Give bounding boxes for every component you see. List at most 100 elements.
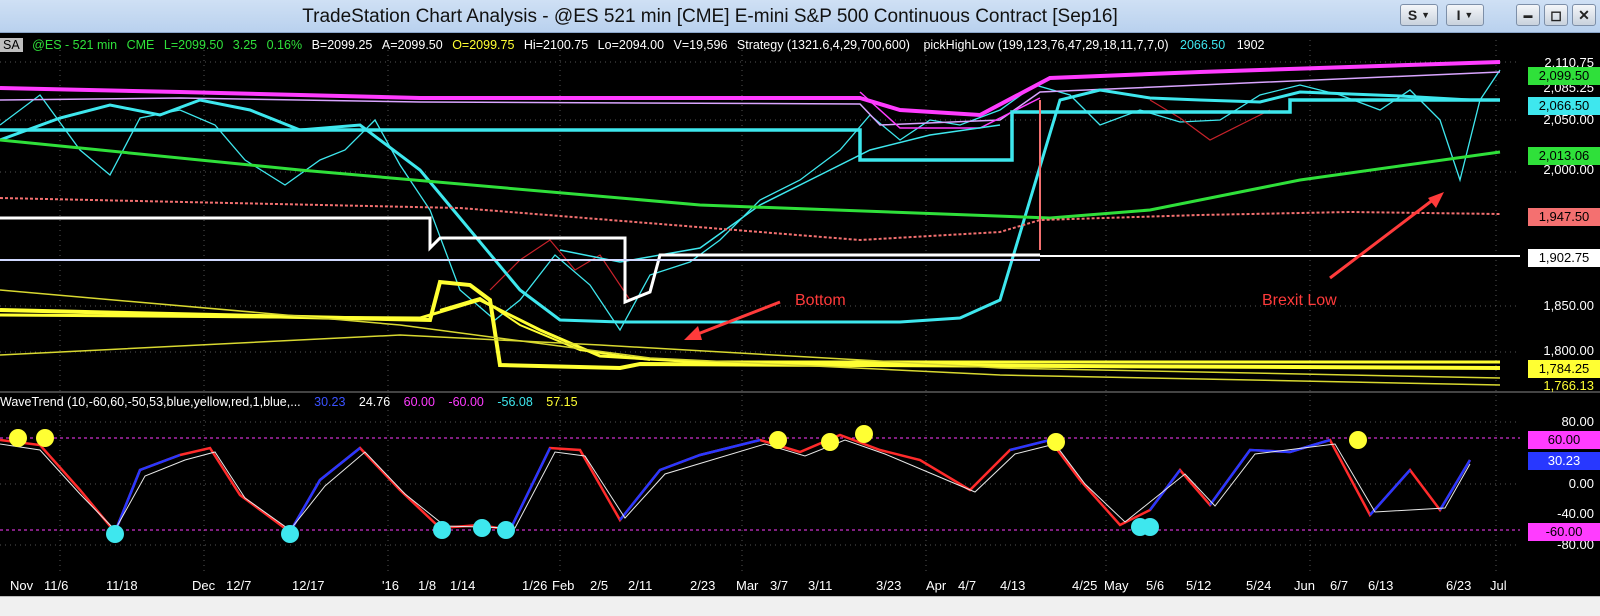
low-price: Lo=2094.00 <box>597 38 665 52</box>
wt-overbought-dot <box>9 429 27 447</box>
price-tag-cyan: 2,066.50 <box>1528 97 1600 115</box>
time-tick: 6/7 <box>1330 578 1349 593</box>
ask-price: A=2099.50 <box>381 38 443 52</box>
price-tick: 1,766.13 <box>1543 378 1594 393</box>
time-tick: 6/13 <box>1368 578 1394 593</box>
price-tag-yellow: 1,784.25 <box>1528 360 1600 378</box>
time-tick: 2/11 <box>628 578 653 593</box>
wavetrend-value-1: 30.23 <box>314 395 346 409</box>
time-tick: '16 <box>382 578 399 593</box>
wavetrend-label[interactable]: WaveTrend (10,-60,60,-50,53,blue,yellow,… <box>0 395 301 409</box>
yellow-thin-2 <box>0 334 1501 379</box>
time-tick: Mar <box>736 578 759 593</box>
wavetrend-value-4: -60.00 <box>448 395 484 409</box>
pickhighlow-label[interactable]: pickHighLow (199,123,76,47,29,18,11,7,7,… <box>923 38 1168 52</box>
wt-oversold-dot <box>106 525 124 543</box>
time-tick: 2/23 <box>690 578 716 593</box>
pct-change: 0.16% <box>266 38 303 52</box>
time-tick: May <box>1104 578 1129 593</box>
time-tick: 12/7 <box>226 578 252 593</box>
time-tick: Dec <box>192 578 216 593</box>
wavetrend-value-6: 57.15 <box>546 395 578 409</box>
time-tick: 11/18 <box>106 578 138 593</box>
time-tick: 11/6 <box>44 578 69 593</box>
wt-oversold-dot <box>497 521 515 539</box>
wt-oversold-dot <box>281 525 299 543</box>
time-tick: 3/7 <box>770 578 789 593</box>
net-change: 3.25 <box>232 38 258 52</box>
magenta-band <box>0 60 1501 118</box>
wt-oversold-dot <box>473 519 491 537</box>
wt-oversold-dot <box>433 521 451 539</box>
price-tick: 1,800.00 <box>1543 343 1594 358</box>
cyan-step <box>0 98 1500 162</box>
bottom-annotation: Bottom <box>795 292 846 309</box>
time-tick: 2/5 <box>590 578 609 593</box>
pickhighlow-value-1: 2066.50 <box>1180 38 1226 52</box>
time-tick: Apr <box>926 578 947 593</box>
time-tick: 4/25 <box>1072 578 1098 593</box>
brexit-annotation: Brexit Low <box>1262 292 1337 309</box>
wavetrend-header: WaveTrend (10,-60,60,-50,53,blue,yellow,… <box>0 395 578 411</box>
brexit-arrow <box>1329 194 1439 280</box>
last-price: L=2099.50 <box>163 38 224 52</box>
time-tick: 12/17 <box>292 578 325 593</box>
time-tick: 4/7 <box>958 578 977 593</box>
chart-window: TradeStation Chart Analysis - @ES 521 mi… <box>0 0 1600 616</box>
wt-signal-line <box>0 439 1471 531</box>
bottom-arrowhead <box>684 326 702 340</box>
green-average <box>0 138 1501 220</box>
time-tick: 1/26 <box>522 578 548 593</box>
price-tag-salmon: 1,947.50 <box>1528 208 1600 226</box>
osc-tag-lower: -60.00 <box>1528 523 1600 541</box>
bid-price: B=2099.25 <box>311 38 373 52</box>
wt-overbought-dot <box>855 425 873 443</box>
horizontal-scrollbar[interactable] <box>0 596 1600 616</box>
time-tick: 5/24 <box>1246 578 1272 593</box>
wt-oversold-dot <box>1141 518 1159 536</box>
osc-tag-upper: 60.00 <box>1528 431 1600 449</box>
strategy-label[interactable]: Strategy (1321.6,4,29,700,600) <box>737 38 910 52</box>
wt-overbought-dot <box>821 433 839 451</box>
symbol-box[interactable]: SA <box>0 38 23 52</box>
time-tick: 5/6 <box>1146 578 1165 593</box>
wt-overbought-dot <box>36 429 54 447</box>
osc-tick: 0.00 <box>1568 476 1594 491</box>
wavetrend-value-5: -56.08 <box>497 395 533 409</box>
wavetrend-value-2: 24.76 <box>358 395 391 409</box>
time-tick: 1/14 <box>450 578 476 593</box>
time-tick: 3/23 <box>876 578 902 593</box>
bottom-arrow <box>689 300 781 339</box>
price-tag-white: 1,902.75 <box>1528 249 1600 267</box>
price-series <box>0 69 1501 332</box>
pickhighlow-value-2: 1902 <box>1236 38 1265 52</box>
osc-tick: 80.00 <box>1561 414 1594 429</box>
osc-tag-current: 30.23 <box>1528 452 1600 470</box>
time-tick: 4/13 <box>1000 578 1026 593</box>
wt-markers <box>9 425 1367 543</box>
price-data-header: SA @ES - 521 min CME L=2099.50 3.25 0.16… <box>0 38 1265 54</box>
wt-line-blue <box>113 438 1472 533</box>
osc-tick: -40.00 <box>1557 506 1594 521</box>
price-tag-last: 2,099.50 <box>1528 67 1600 85</box>
time-tick: Jul <box>1490 578 1507 593</box>
volume: V=19,596 <box>673 38 728 52</box>
price-tick: 1,850.00 <box>1543 298 1594 313</box>
time-tick: Nov <box>10 578 34 593</box>
time-tick: 3/11 <box>808 578 833 593</box>
wt-overbought-dot <box>1047 433 1065 451</box>
time-tick: Jun <box>1294 578 1315 593</box>
price-tag-green: 2,013.06 <box>1528 147 1600 165</box>
time-tick: 6/23 <box>1446 578 1472 593</box>
time-tick: 1/8 <box>418 578 437 593</box>
open-price: O=2099.75 <box>452 38 515 52</box>
brexit-arrowhead <box>1428 192 1444 208</box>
high-price: Hi=2100.75 <box>523 38 589 52</box>
symbol-label: @ES - 521 min <box>32 38 118 52</box>
wavetrend-value-3: 60.00 <box>403 395 435 409</box>
time-tick: Feb <box>552 578 575 593</box>
wt-overbought-dot <box>1349 431 1367 449</box>
wt-overbought-dot <box>769 431 787 449</box>
exchange-label: CME <box>126 38 155 52</box>
time-tick: 5/12 <box>1186 578 1212 593</box>
